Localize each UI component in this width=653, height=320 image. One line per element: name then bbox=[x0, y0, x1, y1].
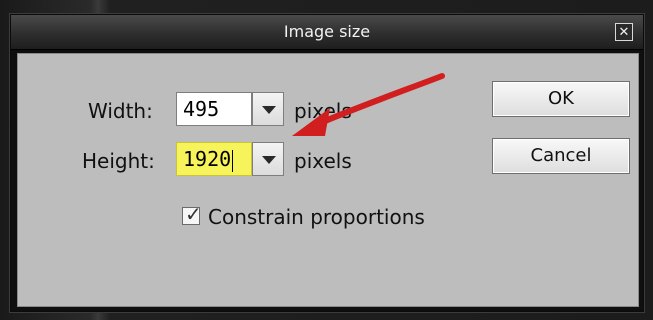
width-dropdown-button[interactable] bbox=[252, 92, 284, 126]
image-size-dialog: Image size ✕ Width: 495 pixels Height: 1… bbox=[10, 14, 644, 312]
cancel-button[interactable]: Cancel bbox=[492, 138, 630, 174]
height-input[interactable]: 1920 bbox=[176, 142, 252, 176]
width-value: 495 bbox=[183, 97, 220, 121]
height-value: 1920 bbox=[183, 147, 232, 171]
constrain-proportions-checkbox[interactable]: ✓ bbox=[182, 202, 202, 226]
width-unit-label: pixels bbox=[294, 99, 352, 123]
dialog-content: Width: 495 pixels Height: 1920 pixels ✓ … bbox=[17, 53, 639, 307]
dialog-title: Image size bbox=[283, 22, 371, 41]
ok-button[interactable]: OK bbox=[492, 81, 630, 117]
height-unit-label: pixels bbox=[294, 149, 352, 173]
width-input[interactable]: 495 bbox=[176, 92, 252, 126]
height-label: Height: bbox=[82, 149, 155, 173]
dialog-titlebar: Image size ✕ bbox=[11, 15, 643, 50]
text-caret bbox=[232, 149, 234, 172]
height-dropdown-button[interactable] bbox=[252, 142, 284, 176]
close-icon[interactable]: ✕ bbox=[615, 23, 633, 41]
checkmark-icon: ✓ bbox=[185, 202, 202, 226]
chevron-down-icon bbox=[262, 106, 276, 114]
constrain-proportions-label: Constrain proportions bbox=[208, 205, 425, 229]
width-label: Width: bbox=[88, 99, 153, 123]
chevron-down-icon bbox=[262, 156, 276, 164]
